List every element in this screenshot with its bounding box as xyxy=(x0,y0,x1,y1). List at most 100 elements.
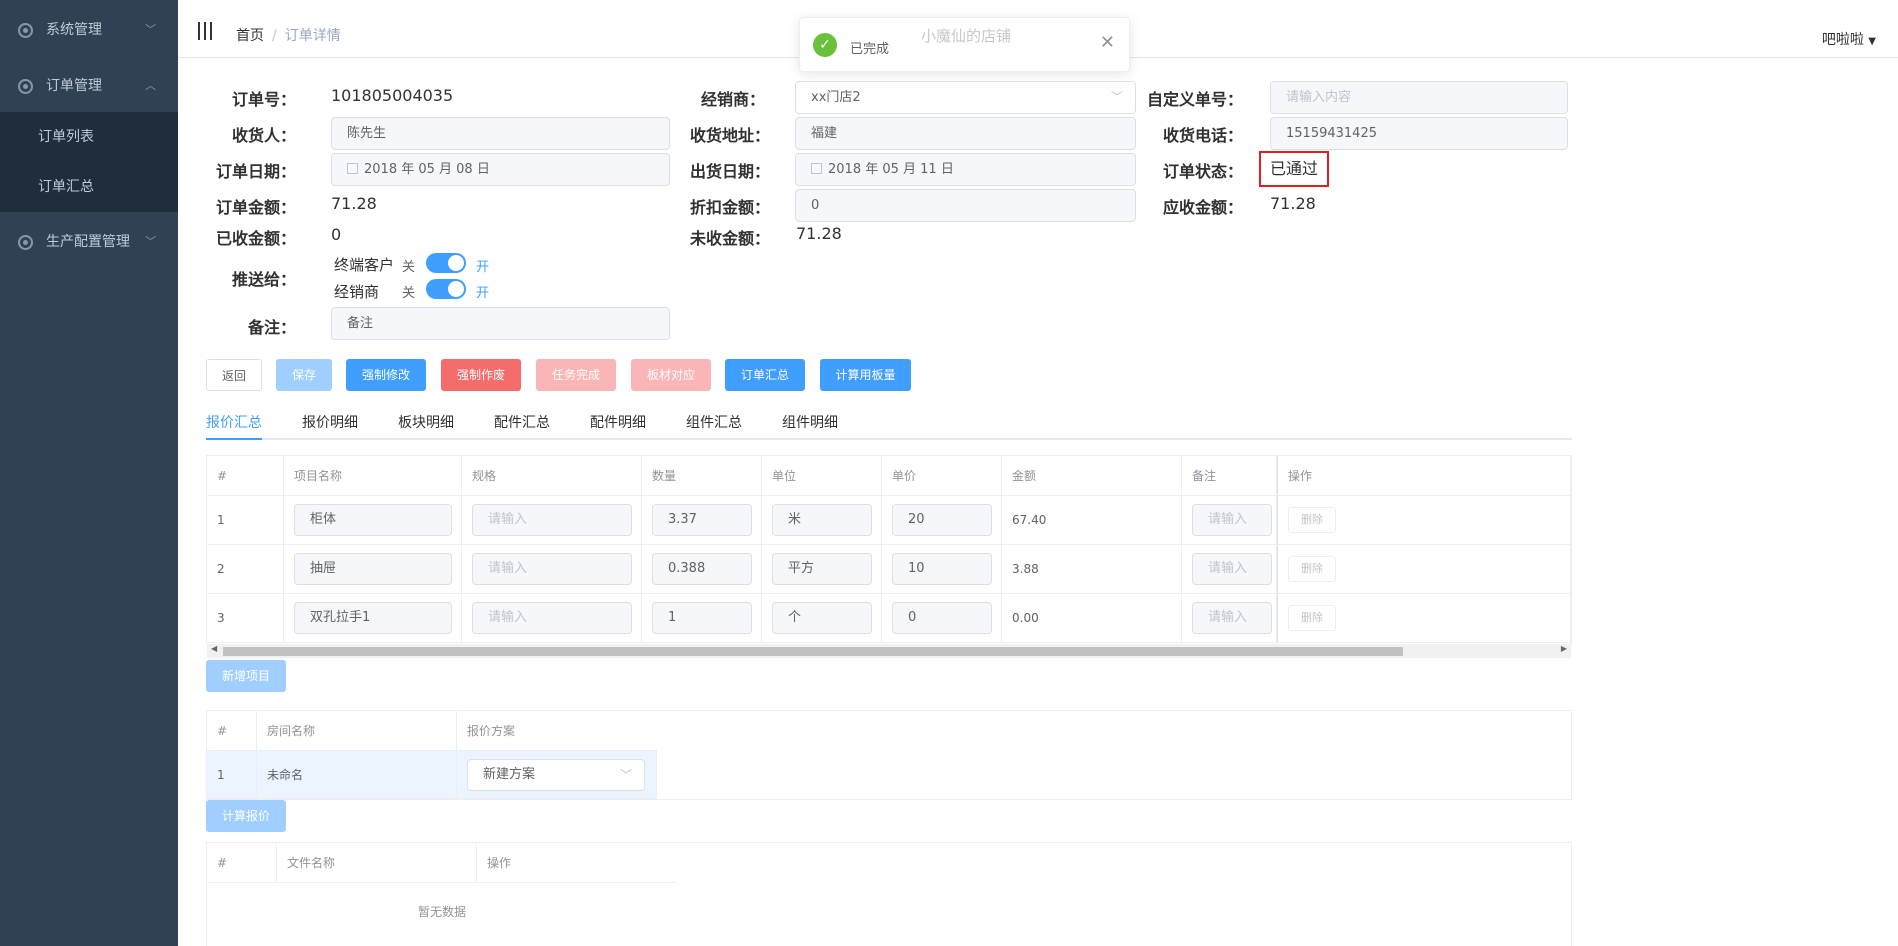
spec-input[interactable]: 请输入 xyxy=(472,504,632,536)
remark-input[interactable]: 请输入 xyxy=(1192,602,1272,634)
table-cell: 请输入 xyxy=(1182,545,1277,594)
price-input[interactable]: 10 xyxy=(892,553,992,585)
tab-part-summary[interactable]: 配件汇总 xyxy=(494,412,550,432)
tab-component-summary[interactable]: 组件汇总 xyxy=(686,412,742,432)
remark-input[interactable]: 备注 xyxy=(331,307,670,340)
tab-quote-detail[interactable]: 报价明细 xyxy=(302,412,358,432)
calc-board-button[interactable]: 计算用板量 xyxy=(820,359,911,391)
remark-input[interactable]: 请输入 xyxy=(1192,504,1272,536)
item-name-input[interactable]: 双孔拉手1 xyxy=(294,602,452,634)
breadcrumb-current: 订单详情 xyxy=(284,28,341,44)
address-input[interactable]: 福建 xyxy=(795,117,1136,150)
ship-date-picker[interactable]: 2018 年 05 月 11 日 xyxy=(795,153,1136,186)
qty-input[interactable]: 1 xyxy=(652,602,752,634)
back-button[interactable]: 返回 xyxy=(206,359,262,391)
price-input[interactable]: 0 xyxy=(892,602,992,634)
scroll-left-icon[interactable]: ◀ xyxy=(211,644,217,653)
spec-input[interactable]: 请输入 xyxy=(472,553,632,585)
remark-input[interactable]: 请输入 xyxy=(1192,553,1272,585)
column-header: 规格 xyxy=(462,456,642,496)
tab-part-detail[interactable]: 配件明细 xyxy=(590,412,646,432)
amount-label: 订单金额： xyxy=(215,198,296,217)
dealer-value: xx门店2 xyxy=(811,90,861,105)
item-name-input[interactable]: 柜体 xyxy=(294,504,452,536)
sidebar-item-order-summary[interactable]: 订单汇总 xyxy=(0,162,178,212)
table-cell: 0.388 xyxy=(642,545,762,594)
calc-quote-button[interactable]: 计算报价 xyxy=(206,800,286,832)
gear-icon xyxy=(18,79,33,94)
column-header: 单位 xyxy=(762,456,882,496)
delete-button[interactable]: 删除 xyxy=(1288,556,1336,582)
breadcrumb: 首页 / 订单详情 xyxy=(236,25,341,45)
column-header: 操作 xyxy=(477,843,677,883)
plan-value: 新建方案 xyxy=(483,767,536,782)
receivable-value: 71.28 xyxy=(1270,194,1316,213)
column-header: 数量 xyxy=(642,456,762,496)
amount-cell: 0.00 xyxy=(1002,594,1182,643)
menu-production[interactable]: 生产配置管理 ﹀ xyxy=(0,214,178,270)
price-input[interactable]: 20 xyxy=(892,504,992,536)
remark-label: 备注： xyxy=(247,318,296,337)
switch-off-label: 关 xyxy=(402,286,416,301)
user-menu[interactable]: 吧啦啦 ▼ xyxy=(1822,29,1876,49)
dealer-select[interactable]: xx门店2 ﹀ xyxy=(795,81,1136,114)
horizontal-scrollbar[interactable]: ◀ ▶ xyxy=(207,644,1571,658)
order-date-picker[interactable]: 2018 年 05 月 08 日 xyxy=(331,153,670,186)
amount-cell: 3.88 xyxy=(1002,545,1182,594)
menu-label: 生产配置管理 xyxy=(46,234,130,250)
push-dealer-switch[interactable] xyxy=(426,279,466,299)
order-summary-button[interactable]: 订单汇总 xyxy=(725,359,805,391)
tab-component-detail[interactable]: 组件明细 xyxy=(782,412,838,432)
item-name-input[interactable]: 抽屉 xyxy=(294,553,452,585)
check-icon: ✓ xyxy=(813,33,837,57)
table-cell: 米 xyxy=(762,496,882,545)
breadcrumb-home[interactable]: 首页 xyxy=(236,28,264,44)
scrollbar-thumb[interactable] xyxy=(223,647,1403,656)
unit-input[interactable]: 平方 xyxy=(772,553,872,585)
qty-input[interactable]: 3.37 xyxy=(652,504,752,536)
save-button[interactable]: 保存 xyxy=(276,359,332,391)
hamburger-icon[interactable] xyxy=(198,22,212,40)
unit-input[interactable]: 个 xyxy=(772,602,872,634)
column-header: 备注 xyxy=(1182,456,1277,496)
custom-no-label: 自定义单号： xyxy=(1146,90,1243,109)
caret-down-icon: ▼ xyxy=(1868,36,1876,47)
delete-button[interactable]: 删除 xyxy=(1288,605,1336,631)
sidebar-item-order-list[interactable]: 订单列表 xyxy=(0,112,178,162)
table-cell: 3.37 xyxy=(642,496,762,545)
delete-button[interactable]: 删除 xyxy=(1288,507,1336,533)
close-icon[interactable]: ✕ xyxy=(1100,32,1115,53)
qty-input[interactable]: 0.388 xyxy=(652,553,752,585)
force-void-button[interactable]: 强制作废 xyxy=(441,359,521,391)
plan-select[interactable]: 新建方案 ﹀ xyxy=(467,759,645,791)
scroll-right-icon[interactable]: ▶ xyxy=(1561,644,1567,653)
board-match-button[interactable]: 板材对应 xyxy=(631,359,711,391)
menu-order[interactable]: 订单管理 ︿ xyxy=(0,58,178,114)
chevron-down-icon: ﹀ xyxy=(1110,90,1123,104)
switch-off-label: 关 xyxy=(402,260,416,275)
chevron-down-icon: ﹀ xyxy=(619,768,632,782)
quote-table: # 项目名称 规格 数量 单位 单价 金额 备注 操作 1 柜体 请输入 3.3… xyxy=(206,455,1572,645)
discount-label: 折扣金额： xyxy=(689,198,770,217)
tab-board-detail[interactable]: 板块明细 xyxy=(398,412,454,432)
phone-input[interactable]: 15159431425 xyxy=(1270,117,1568,150)
column-header: 项目名称 xyxy=(284,456,462,496)
unit-input[interactable]: 米 xyxy=(772,504,872,536)
tab-quote-summary[interactable]: 报价汇总 xyxy=(206,412,262,432)
receiver-input[interactable]: 陈先生 xyxy=(331,117,670,150)
switch-on-label: 开 xyxy=(476,260,490,275)
custom-no-input[interactable]: 请输入内容 xyxy=(1270,81,1568,114)
switch-on-label: 开 xyxy=(476,286,490,301)
order-date-value: 2018 年 05 月 08 日 xyxy=(364,162,490,177)
menu-system[interactable]: 系统管理 ﹀ xyxy=(0,2,178,58)
push-customer-switch[interactable] xyxy=(426,253,466,273)
discount-input[interactable]: 0 xyxy=(795,189,1136,222)
column-header: 报价方案 xyxy=(457,711,657,751)
spec-input[interactable]: 请输入 xyxy=(472,602,632,634)
menu-label: 订单管理 xyxy=(46,78,102,94)
column-header: 文件名称 xyxy=(277,843,477,883)
force-edit-button[interactable]: 强制修改 xyxy=(346,359,426,391)
row-index: 2 xyxy=(207,545,284,594)
add-item-button[interactable]: 新增项目 xyxy=(206,660,286,692)
task-complete-button[interactable]: 任务完成 xyxy=(536,359,616,391)
